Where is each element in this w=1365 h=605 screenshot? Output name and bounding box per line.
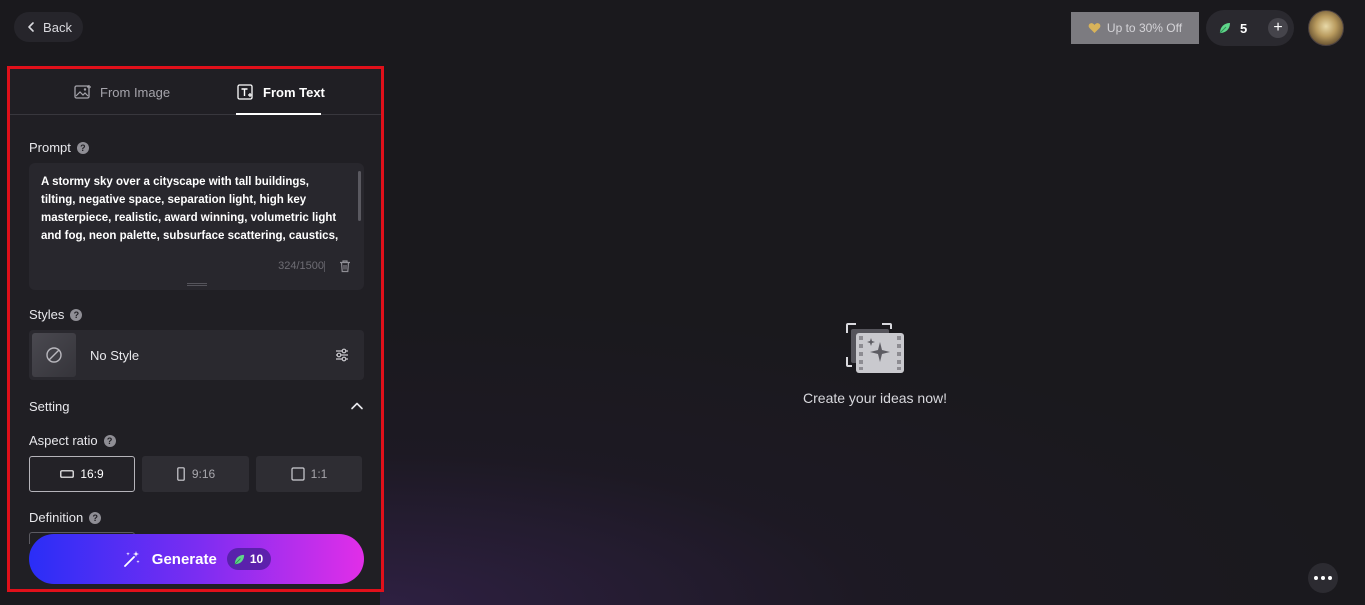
mode-tabs: From Image From Text [10, 69, 381, 115]
help-icon[interactable]: ? [89, 511, 102, 524]
definition-label: Definition [29, 510, 84, 525]
empty-state-message: Create your ideas now! [803, 390, 947, 406]
prompt-text[interactable]: A stormy sky over a cityscape with tall … [41, 173, 341, 245]
ratio-1-1-label: 1:1 [310, 467, 328, 481]
prompt-textarea[interactable]: A stormy sky over a cityscape with tall … [29, 163, 364, 290]
help-icon[interactable]: ? [76, 141, 89, 154]
no-style-icon [46, 347, 62, 363]
prompt-label: Prompt [29, 140, 71, 155]
trash-icon[interactable] [338, 259, 352, 273]
square-icon [291, 467, 305, 481]
dot [1328, 576, 1332, 580]
definition-heading: Definition ? [29, 510, 102, 525]
portrait-icon [177, 467, 185, 481]
tab-from-text-label: From Text [263, 84, 325, 100]
ratio-1-1-button[interactable]: 1:1 [256, 456, 362, 492]
back-label: Back [43, 19, 72, 35]
aspect-ratio-label: Aspect ratio [29, 433, 98, 448]
resize-handle[interactable] [187, 283, 207, 286]
generate-cost: 10 [249, 552, 264, 566]
setting-label: Setting [29, 399, 70, 414]
setting-heading[interactable]: Setting [29, 399, 69, 414]
heart-icon [1088, 23, 1101, 33]
video-sparkle-icon [846, 323, 904, 373]
more-options-button[interactable] [1308, 563, 1338, 593]
styles-label: Styles [29, 307, 65, 322]
sliders-icon[interactable] [334, 347, 350, 363]
back-button[interactable]: Back [14, 12, 83, 42]
active-tab-indicator [236, 113, 321, 115]
dot [1314, 576, 1318, 580]
promo-label: Up to 30% Off [1106, 21, 1183, 35]
chevron-left-icon [28, 22, 34, 32]
ratio-9-16-label: 9:16 [191, 467, 216, 481]
landscape-icon [60, 470, 75, 478]
tab-from-image-label: From Image [100, 84, 171, 100]
promo-button[interactable]: Up to 30% Off [1071, 12, 1199, 44]
credits-balance[interactable]: 5 + [1206, 10, 1294, 46]
generate-label: Generate [151, 550, 217, 568]
credits-count: 5 [1240, 20, 1248, 36]
help-icon[interactable]: ? [103, 434, 116, 447]
ratio-16-9-button[interactable]: 16:9 [29, 456, 135, 492]
user-avatar[interactable] [1308, 10, 1344, 46]
prompt-char-counter: 324/1500 [278, 260, 324, 272]
dot [1321, 576, 1325, 580]
style-name: No Style [90, 347, 140, 363]
tab-from-image[interactable]: From Image [74, 69, 170, 115]
add-credits-button[interactable]: + [1268, 18, 1288, 38]
text-icon [237, 84, 253, 100]
image-icon [74, 85, 91, 99]
plus-icon: + [1273, 19, 1283, 36]
style-thumbnail [32, 333, 76, 377]
style-selector[interactable]: No Style [29, 330, 364, 380]
chevron-up-icon[interactable] [350, 399, 364, 413]
generation-panel: From Image From Text Prompt ? A stormy s… [7, 66, 384, 592]
ratio-9-16-button[interactable]: 9:16 [142, 456, 249, 492]
prompt-scrollbar[interactable] [358, 171, 361, 221]
help-icon[interactable]: ? [70, 308, 83, 321]
prompt-heading: Prompt ? [29, 140, 89, 155]
generate-cost-badge: 10 [226, 548, 272, 570]
generate-button[interactable]: Generate 10 [29, 534, 364, 584]
counter-divider [324, 261, 325, 272]
styles-heading: Styles ? [29, 307, 83, 322]
leaf-icon [234, 554, 244, 564]
ratio-16-9-label: 16:9 [80, 467, 104, 481]
magic-wand-icon [123, 551, 140, 567]
leaf-icon [1219, 23, 1230, 34]
aspect-ratio-heading: Aspect ratio ? [29, 433, 116, 448]
tab-from-text[interactable]: From Text [237, 69, 325, 115]
